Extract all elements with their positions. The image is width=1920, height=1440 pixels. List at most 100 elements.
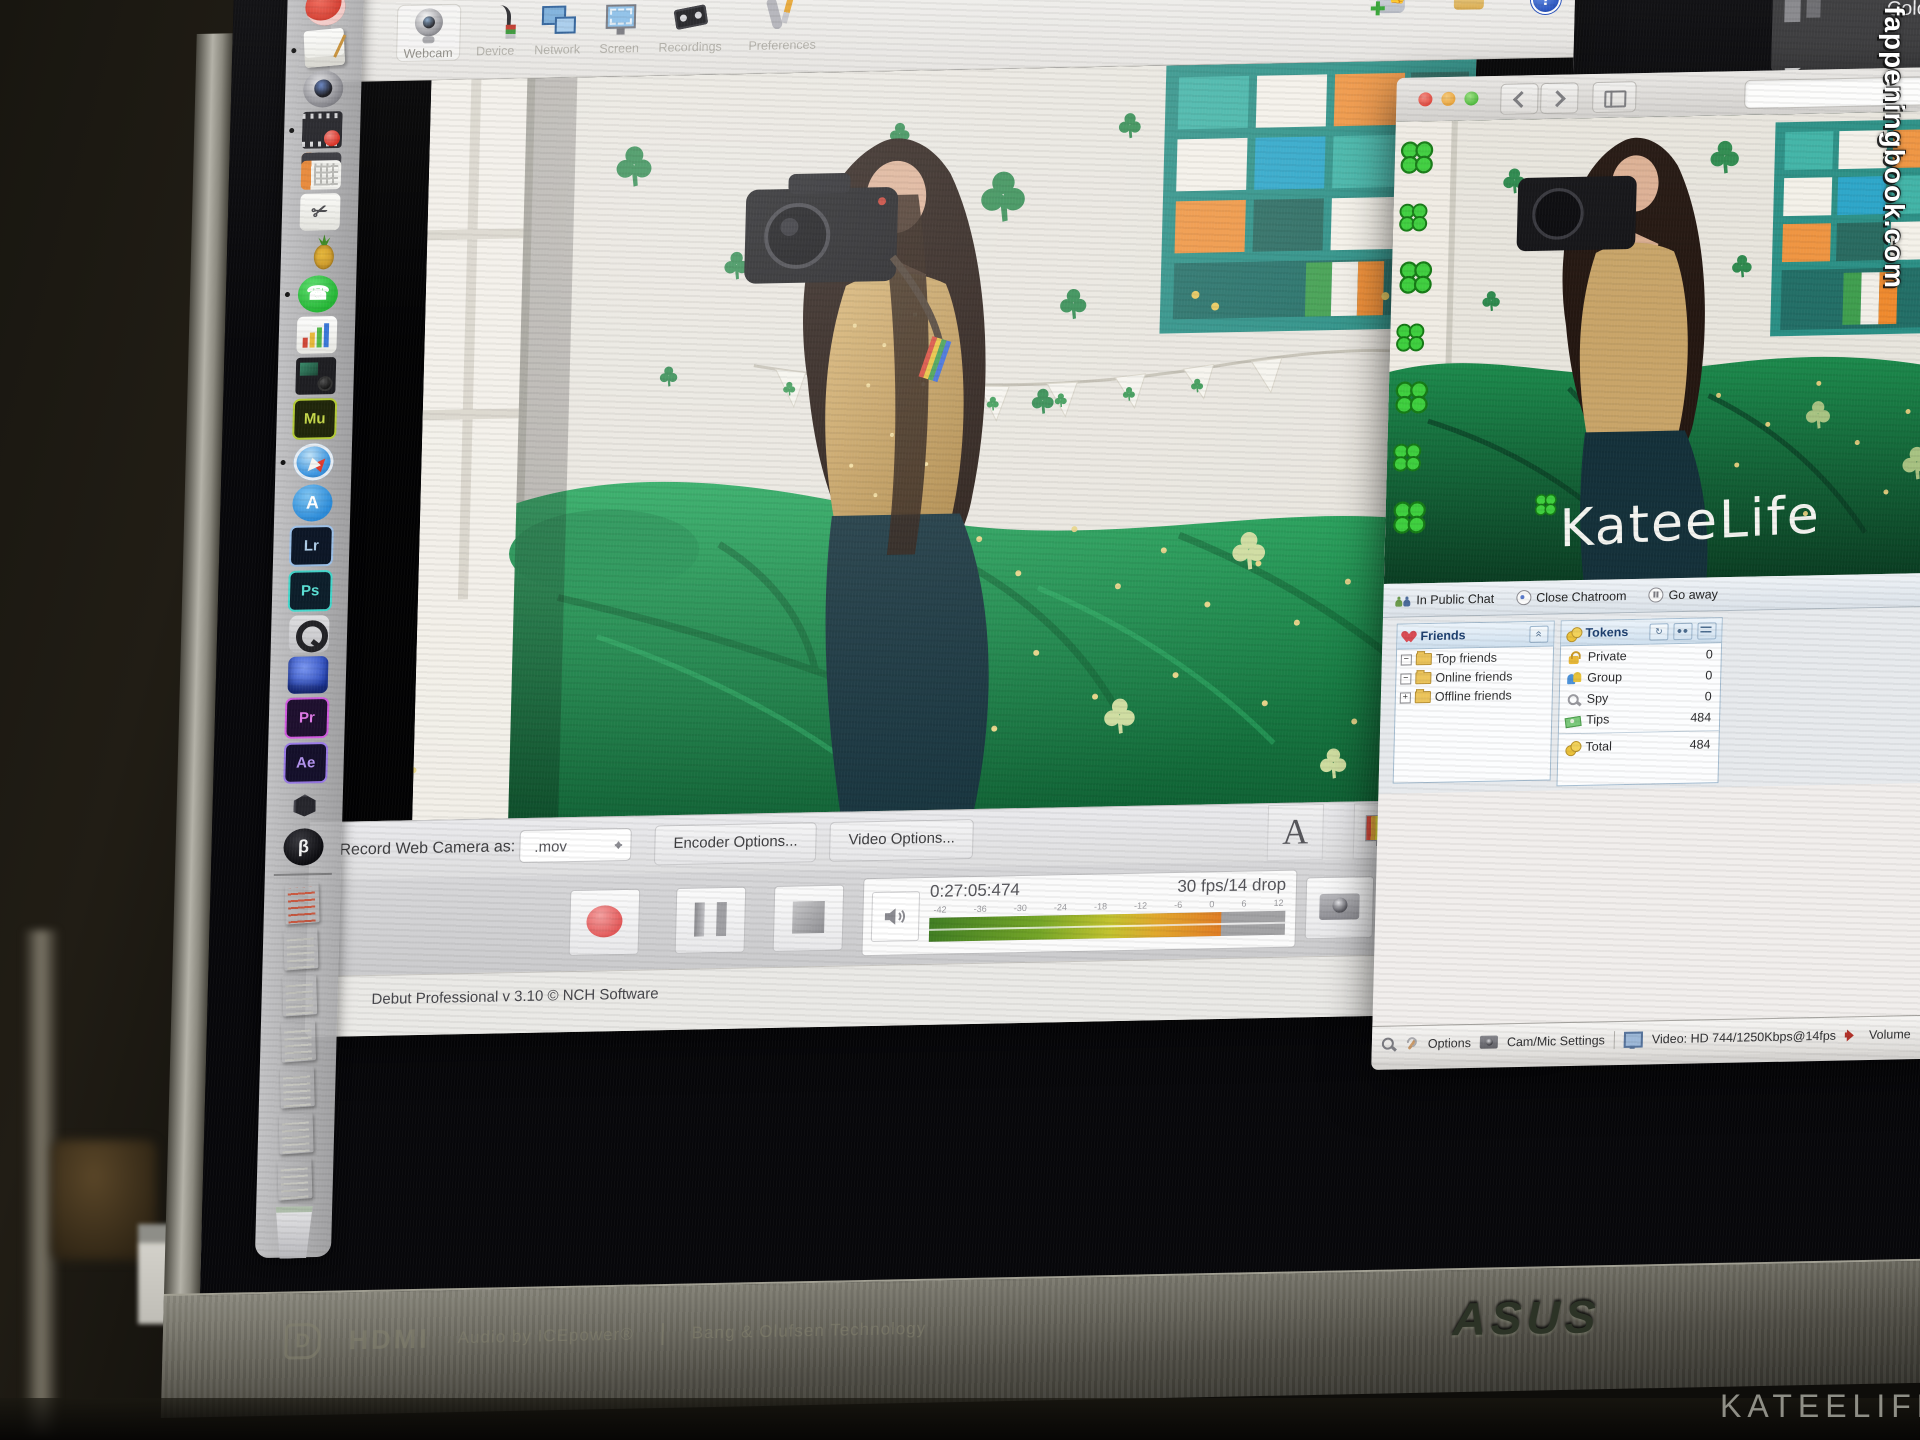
tab-screen[interactable]: Screen [588, 0, 651, 56]
dock-item-beta-app[interactable]: β [283, 828, 324, 866]
tick: -36 [974, 904, 987, 914]
record-timer: 0:27:05:474 [930, 880, 1020, 902]
bang-olufsen-label: Bang & Olufsen Technology [691, 1319, 926, 1344]
trash-icon[interactable] [271, 1206, 316, 1259]
speaker-icon [881, 902, 910, 931]
dock-minimized-document[interactable] [279, 1112, 314, 1154]
dock-minimized-document[interactable] [282, 974, 317, 1016]
close-window-button[interactable] [1418, 92, 1432, 106]
dock-minimized-document[interactable] [285, 882, 320, 924]
dock-item-adobe-premiere[interactable]: Pr [284, 697, 329, 739]
tab-device[interactable]: Device [464, 2, 527, 58]
record-icon [586, 905, 623, 938]
sidebar-button[interactable] [1592, 81, 1637, 113]
stepper-icon [613, 837, 623, 853]
expander-icon[interactable] [1401, 654, 1412, 665]
list-button[interactable] [1697, 622, 1716, 639]
go-away-label: Go away [1668, 587, 1718, 602]
cam-mic-settings-link[interactable]: Cam/Mic Settings [1507, 1033, 1605, 1049]
audio-level-bar [929, 911, 1286, 942]
screen-capture-icon [600, 0, 639, 41]
stop-icon [792, 901, 825, 934]
dock-minimized-document[interactable] [280, 1066, 315, 1108]
minimize-window-button[interactable] [1441, 92, 1455, 106]
dock-item-adobe-lightroom[interactable]: Lr [289, 525, 334, 567]
record-button[interactable] [569, 889, 641, 956]
dock-item-adobe-after-effects[interactable]: Ae [283, 742, 328, 784]
dock-item-safari[interactable] [293, 443, 334, 481]
snapshot-button[interactable] [1305, 876, 1375, 939]
monitor-icon [1624, 1031, 1643, 1047]
pause-button[interactable] [675, 887, 747, 954]
video-options-button[interactable]: Video Options... [829, 819, 975, 862]
tab-webcam[interactable]: Webcam [396, 4, 461, 62]
dock-item-adobe-muse[interactable]: Mu [292, 398, 337, 440]
stop-button[interactable] [773, 885, 845, 952]
wrench-icon [1405, 1037, 1419, 1051]
go-away-icon [1648, 587, 1663, 602]
text-overlay-button[interactable]: A [1267, 804, 1324, 861]
close-chatroom-button[interactable]: Close Chatroom [1516, 588, 1627, 605]
dock-item-unity[interactable] [284, 787, 325, 825]
encoder-options-button[interactable]: Encoder Options... [654, 822, 817, 865]
site-watermark-corner: KATEELIFE [1720, 1388, 1920, 1425]
dock-item-cocktail-app[interactable] [299, 234, 340, 272]
video-bitrate-readout: Video: HD 744/1250Kbps@14fps [1652, 1028, 1836, 1046]
refresh-button[interactable] [1649, 623, 1668, 640]
lock-icon [1567, 650, 1582, 663]
options-link[interactable]: Options [1428, 1035, 1471, 1050]
dock-item-webcam-viewer[interactable] [303, 70, 344, 108]
zoom-window-button[interactable] [1464, 91, 1478, 105]
format-value: .mov [534, 838, 567, 856]
dock-minimized-document[interactable] [281, 1020, 316, 1062]
friends-item-offline[interactable]: Offline friends [1396, 685, 1552, 707]
running-indicator [285, 292, 290, 297]
collapse-button[interactable] [1529, 625, 1548, 642]
folder-icon [1415, 691, 1431, 703]
dock-minimized-document[interactable] [277, 1158, 312, 1200]
tab-label: Recordings [648, 39, 732, 55]
search-button[interactable] [1673, 622, 1692, 639]
dock-item-adobe-photoshop[interactable]: Ps [288, 570, 333, 612]
expander-icon[interactable] [1400, 692, 1411, 703]
dock-item-whatsapp[interactable] [297, 275, 338, 313]
friends-header: Friends [1397, 622, 1554, 650]
back-button[interactable] [1500, 83, 1539, 115]
expander-icon[interactable] [1400, 673, 1411, 684]
dock-item-video-editor[interactable] [295, 357, 336, 395]
magnifier-icon[interactable] [1382, 1037, 1396, 1051]
dock-item-calculator[interactable] [301, 152, 342, 190]
tick: -30 [1014, 903, 1027, 913]
cassette-icon [671, 0, 710, 39]
tab-network[interactable]: Network [526, 1, 589, 57]
volume-link[interactable]: Volume [1869, 1027, 1911, 1042]
webcam-preview-scene [412, 59, 1476, 820]
dock-item-app-store[interactable]: A [292, 484, 333, 522]
dock-item-notes-app[interactable] [304, 28, 346, 68]
close-chatroom-icon [1516, 590, 1531, 605]
tick: -12 [1134, 901, 1147, 911]
token-label: Spy [1587, 691, 1609, 705]
tab-label: Screen [588, 41, 650, 56]
dock-item-clipping-tool[interactable] [300, 193, 341, 231]
dock-item-red-app[interactable] [305, 0, 346, 26]
running-indicator [291, 48, 296, 53]
token-value: 0 [1705, 668, 1712, 682]
dock-item-imovie[interactable] [288, 656, 329, 694]
dock-minimized-document[interactable] [283, 928, 318, 970]
osd-icons [1784, 0, 1825, 22]
in-public-chat-status[interactable]: In Public Chat [1395, 591, 1494, 607]
mute-button[interactable] [871, 891, 920, 942]
icepower-label: Audio by ICEpower® [457, 1325, 634, 1349]
go-away-button[interactable]: Go away [1648, 586, 1718, 602]
dock-item-screen-recorder[interactable] [302, 111, 343, 149]
token-value: 484 [1689, 737, 1710, 751]
forward-button[interactable] [1540, 82, 1579, 114]
dock-item-analytics-app[interactable] [296, 316, 337, 354]
running-indicator [289, 128, 294, 133]
tab-preferences[interactable]: Preferences [740, 0, 825, 53]
separator [661, 1323, 664, 1345]
format-dropdown[interactable]: .mov [519, 828, 632, 863]
tab-recordings[interactable]: Recordings [648, 0, 733, 55]
dock-item-quicktime[interactable] [289, 615, 330, 653]
